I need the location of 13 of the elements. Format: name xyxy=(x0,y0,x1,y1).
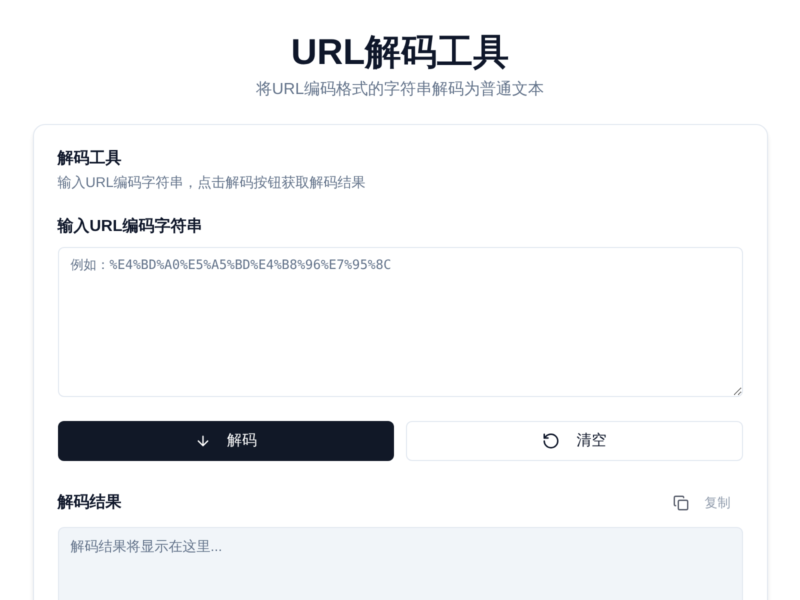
card-title: 解码工具 xyxy=(58,149,122,169)
arrow-down-icon xyxy=(194,433,211,449)
decode-button[interactable]: 解码 xyxy=(58,421,394,461)
page-subtitle: 将URL编码格式的字符串解码为普通文本 xyxy=(256,79,544,100)
result-output: 解码结果将显示在这里... xyxy=(58,526,742,600)
page-title: URL解码工具 xyxy=(291,30,509,74)
reset-icon xyxy=(542,432,560,450)
input-field[interactable]: 例如：%E4%BD%A0%E5%A5%BD%E4%B8%96%E7%95%8C xyxy=(58,247,742,397)
clear-button[interactable]: 清空 xyxy=(406,421,742,461)
copy-icon xyxy=(672,494,688,511)
card-description: 输入URL编码字符串，点击解码按钮获取解码结果 xyxy=(58,173,367,192)
input-label: 输入URL编码字符串 xyxy=(58,216,204,237)
result-label: 解码结果 xyxy=(58,492,122,513)
